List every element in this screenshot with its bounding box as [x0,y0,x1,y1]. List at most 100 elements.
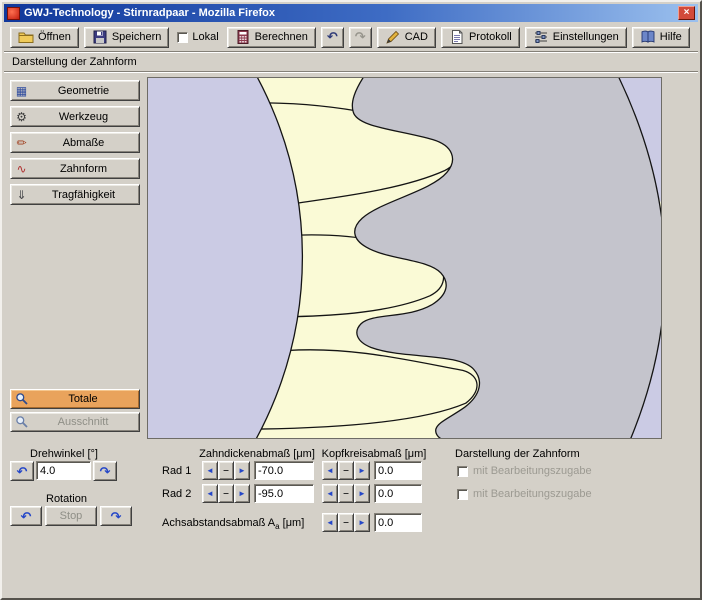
sliders-icon [533,29,549,45]
sidebar-item-abmasse[interactable]: ✏ Abmaße [10,132,140,153]
calculate-button[interactable]: Berechnen [227,27,316,48]
left-arrow-icon: ◄ [326,489,334,498]
achsabstand-input[interactable] [374,513,422,532]
rad2-kopfkreis-input[interactable] [374,484,422,503]
rad1-zahndicke-decrease-button[interactable]: ◄ [202,461,218,480]
close-button[interactable]: × [678,6,695,20]
rad1-kopfkreis-input[interactable] [374,461,422,480]
rotation-stop-button[interactable]: Stop [45,506,97,526]
rotation-ccw-button[interactable]: ↶ [10,506,42,526]
left-arrow-icon: ◄ [206,489,214,498]
sidebar-item-label: Abmaße [30,137,137,149]
sidebar-item-geometrie[interactable]: ▦ Geometrie [10,80,140,101]
rotate-ccw-icon: ↶ [21,510,32,523]
open-button[interactable]: Öffnen [10,27,79,48]
gear-mesh-drawing [148,78,661,438]
grid-icon: ▦ [13,82,30,99]
help-button[interactable]: Hilfe [632,27,690,48]
sidebar-item-label: Tragfähigkeit [30,189,137,201]
sidebar-item-werkzeug[interactable]: ⚙ Werkzeug [10,106,140,127]
achsabstand-drag-button[interactable]: – [338,513,354,532]
folder-icon [18,29,34,45]
undo-icon: ↶ [327,29,338,45]
drehwinkel-label: Drehwinkel [°] [30,448,98,460]
rotate-cw-step-button[interactable]: ↷ [93,461,117,481]
rotate-ccw-step-button[interactable]: ↶ [10,461,34,481]
calculator-icon [235,29,251,45]
rad2-zahndicke-input[interactable] [254,484,314,503]
rad1-zahndicke-increase-button[interactable]: ► [234,461,250,480]
protocol-label: Protokoll [469,31,512,43]
totale-button[interactable]: Totale [10,389,140,409]
calculate-label: Berechnen [255,31,308,43]
book-icon [640,29,656,45]
achsabstand-decrease-button[interactable]: ◄ [322,513,338,532]
bearbeitungszugabe-checkbox-2[interactable] [457,489,468,500]
rad2-zahndicke-drag-button[interactable]: – [218,484,234,503]
rad1-kopfkreis-decrease-button[interactable]: ◄ [322,461,338,480]
option-bearbeitungszugabe-1: mit Bearbeitungszugabe [457,465,592,477]
option-bearbeitungszugabe-2: mit Bearbeitungszugabe [457,488,592,500]
rad1-kopfkreis-increase-button[interactable]: ► [354,461,370,480]
zahndicken-header: Zahndickenabmaß [μm] [177,448,337,460]
bearbeitungszugabe-label-2: mit Bearbeitungszugabe [473,488,592,500]
title-bar[interactable]: GWJ-Technology - Stirnradpaar - Mozilla … [4,4,698,22]
settings-button[interactable]: Einstellungen [525,27,627,48]
right-arrow-icon: ► [358,489,366,498]
gear-tooth-form-canvas [147,77,662,439]
save-button[interactable]: Speichern [84,27,170,48]
sidebar-item-label: Zahnform [30,163,137,175]
achsabstand-increase-button[interactable]: ► [354,513,370,532]
display-options-header: Darstellung der Zahnform [455,448,580,460]
bearbeitungszugabe-label-1: mit Bearbeitungszugabe [473,465,592,477]
kopfkreis-header: Kopfkreisabmaß [μm] [320,448,428,460]
local-label: Lokal [192,31,218,43]
redo-button[interactable]: ↷ [349,27,372,48]
bearbeitungszugabe-checkbox-1[interactable] [457,466,468,477]
rad1-zahndicke-input[interactable] [254,461,314,480]
tooth-curve-icon: ∿ [13,160,30,177]
achsabstand-label: Achsabstandsabmaß Aa [μm] [162,517,304,531]
app-icon [7,7,20,20]
undo-button[interactable]: ↶ [321,27,344,48]
section-title: Darstellung der Zahnform [12,56,137,68]
rotation-cw-button[interactable]: ↷ [100,506,132,526]
rad1-kopfkreis-drag-button[interactable]: – [338,461,354,480]
local-checkbox[interactable] [177,32,188,43]
left-arrow-icon: ◄ [206,466,214,475]
rad1-zahndicke-drag-button[interactable]: – [218,461,234,480]
rad2-kopfkreis-decrease-button[interactable]: ◄ [322,484,338,503]
ausschnitt-button[interactable]: Ausschnitt [10,412,140,432]
sidebar-item-label: Werkzeug [30,111,137,123]
rad1-kopfkreis-spinner: ◄ – ► [322,461,370,480]
left-arrow-icon: ◄ [326,518,334,527]
rad2-label: Rad 2 [162,488,191,500]
dash-icon: – [343,488,349,499]
rad2-kopfkreis-spinner: ◄ – ► [322,484,370,503]
right-arrow-icon: ► [238,489,246,498]
settings-label: Einstellungen [553,31,619,43]
magnifier-icon [15,415,29,429]
sidebar-item-tragfaehigkeit[interactable]: ⇓ Tragfähigkeit [10,184,140,205]
rotate-cw-icon: ↷ [111,510,122,523]
rad2-zahndicke-increase-button[interactable]: ► [234,484,250,503]
rad1-label: Rad 1 [162,465,191,477]
totale-label: Totale [31,393,135,405]
rad2-kopfkreis-increase-button[interactable]: ► [354,484,370,503]
pencil-icon [385,29,401,45]
open-label: Öffnen [38,31,71,43]
sidebar-item-zahnform[interactable]: ∿ Zahnform [10,158,140,179]
right-arrow-icon: ► [358,518,366,527]
rad2-zahndicke-decrease-button[interactable]: ◄ [202,484,218,503]
application-window: GWJ-Technology - Stirnradpaar - Mozilla … [0,0,702,600]
achsabstand-label-main: Achsabstandsabmaß A [162,517,275,529]
cad-button[interactable]: CAD [377,27,436,48]
rad1-zahndicke-spinner: ◄ – ► [202,461,250,480]
toolbar: Öffnen Speichern Lokal Berechnen ↶ ↷ [4,23,698,52]
drehwinkel-input[interactable] [36,461,91,480]
protocol-button[interactable]: Protokoll [441,27,520,48]
save-label: Speichern [112,31,162,43]
rad2-kopfkreis-drag-button[interactable]: – [338,484,354,503]
document-icon [449,29,465,45]
rotate-cw-icon: ↷ [100,465,111,478]
